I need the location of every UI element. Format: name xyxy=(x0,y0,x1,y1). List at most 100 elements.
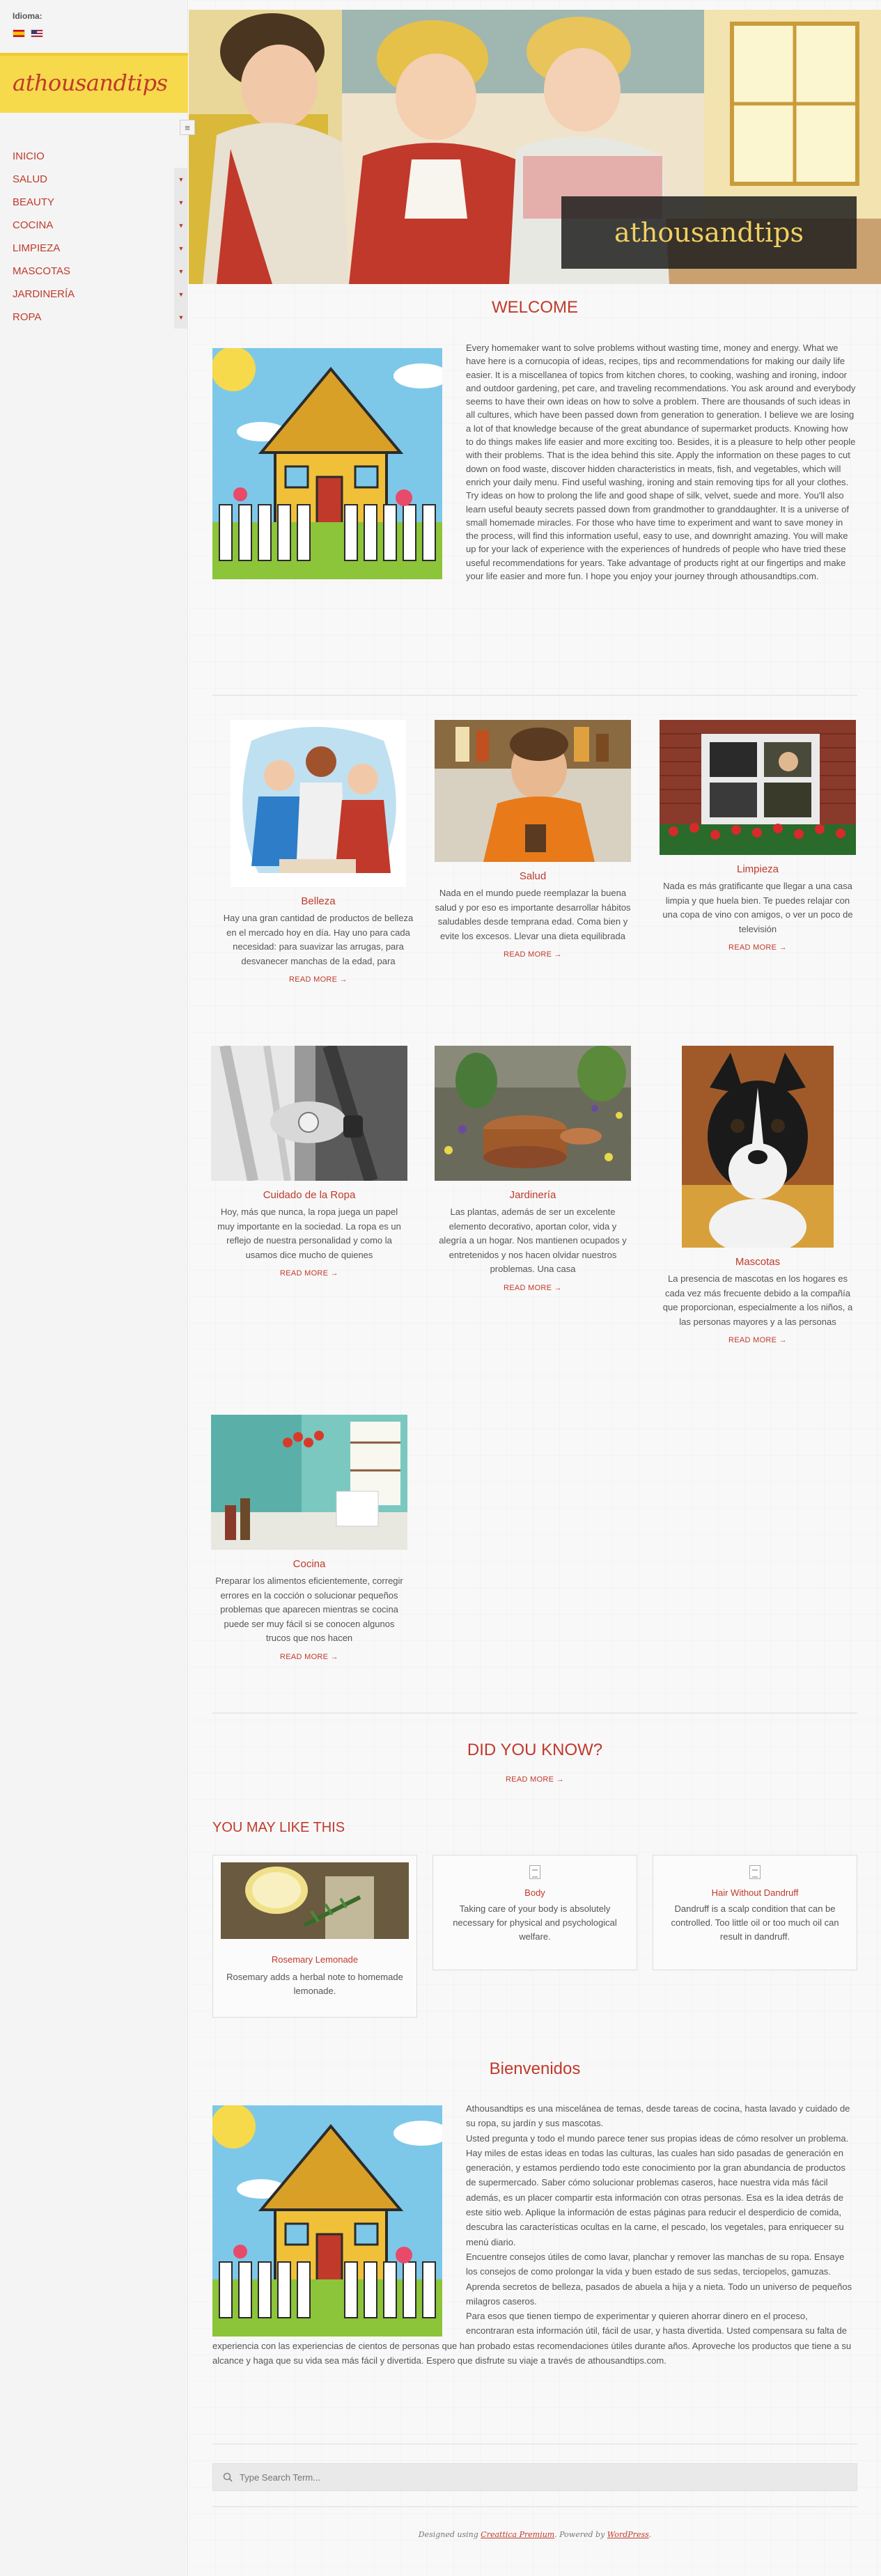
card-title[interactable]: Salud xyxy=(435,870,631,882)
card-excerpt: Nada en el mundo puede reemplazar la bue… xyxy=(435,888,631,941)
related-card-title[interactable]: Body xyxy=(433,1887,637,1898)
expand-arrow-icon[interactable]: ▼ xyxy=(174,191,188,214)
main-nav: INICIO SALUD ▼ BEAUTY ▼ COCINA ▼ LIMPIEZA ▼ … xyxy=(0,145,188,329)
expand-arrow-icon[interactable]: ▼ xyxy=(174,214,188,237)
you-may-like-title: YOU MAY LIKE THIS xyxy=(212,1820,345,1835)
read-more-link[interactable]: READ MORE → xyxy=(660,943,856,952)
card-excerpt: Hoy, más que nunca, la ropa juega un pap… xyxy=(217,1207,401,1260)
main-content: athousandtips WELCOME Every homemaker wa… xyxy=(189,0,881,2576)
read-more-link[interactable]: READ MORE → xyxy=(211,1269,407,1278)
card-excerpt: Nada es más gratificante que llegar a un… xyxy=(662,881,853,934)
related-card-text: Taking care of your body is absolutely n… xyxy=(453,1903,617,1942)
mascotas-thumbnail[interactable] xyxy=(682,1046,834,1248)
category-card-limpieza: Limpieza Nada es más gratificante que ll… xyxy=(660,720,856,952)
welcome-body: Every homemaker want to solve problems w… xyxy=(212,341,857,583)
expand-arrow-icon[interactable]: ▼ xyxy=(174,306,188,329)
nav-item-jardineria[interactable]: JARDINERÍA ▼ xyxy=(0,283,188,306)
related-card-title[interactable]: Hair Without Dandruff xyxy=(653,1887,857,1898)
read-more-link[interactable]: READ MORE → xyxy=(435,1284,631,1292)
hero-title: athousandtips xyxy=(614,217,804,248)
divider xyxy=(212,2506,857,2507)
nav-item-cocina[interactable]: COCINA ▼ xyxy=(0,214,188,237)
card-title[interactable]: Limpieza xyxy=(660,863,856,875)
related-card-text: Dandruff is a scalp condition that can b… xyxy=(671,1903,839,1942)
related-card-body[interactable]: Body Taking care of your body is absolut… xyxy=(432,1855,637,1970)
cocina-thumbnail[interactable] xyxy=(211,1415,407,1550)
category-card-mascotas: Mascotas La presencia de mascotas en los… xyxy=(660,1046,856,1344)
category-card-ropa: Cuidado de la Ropa Hoy, más que nunca, l… xyxy=(211,1046,407,1278)
language-label: Idioma: xyxy=(13,11,42,21)
category-card-belleza: Belleza Hay una gran cantidad de product… xyxy=(220,720,416,984)
read-more-link[interactable]: READ MORE → xyxy=(220,975,416,984)
bienvenidos-title: Bienvenidos xyxy=(489,2059,581,2078)
footer-text: . Powered by xyxy=(554,2530,607,2539)
document-icon xyxy=(749,1865,761,1879)
search-icon xyxy=(223,2472,233,2482)
related-card-title[interactable]: Rosemary Lemonade xyxy=(213,1954,416,1965)
theme-link[interactable]: Creattica Premium xyxy=(481,2530,554,2539)
card-excerpt: Preparar los alimentos eficientemente, c… xyxy=(215,1576,403,1643)
expand-arrow-icon[interactable]: ▼ xyxy=(174,237,188,260)
search-bar[interactable] xyxy=(212,2463,857,2491)
spanish-flag-icon[interactable] xyxy=(13,29,25,38)
limpieza-thumbnail[interactable] xyxy=(660,720,856,855)
language-flags xyxy=(13,29,43,38)
card-title[interactable]: Belleza xyxy=(220,895,416,907)
site-logo[interactable]: athousandtips xyxy=(0,53,188,113)
nav-label[interactable]: BEAUTY xyxy=(13,196,54,208)
category-card-cocina: Cocina Preparar los alimentos eficientem… xyxy=(211,1415,407,1661)
read-more-link[interactable]: READ MORE → xyxy=(660,1336,856,1344)
category-card-jardineria: Jardinería Las plantas, además de ser un… xyxy=(435,1046,631,1292)
search-input[interactable] xyxy=(240,2472,657,2483)
nav-item-inicio[interactable]: INICIO xyxy=(0,145,188,168)
nav-item-mascotas[interactable]: MASCOTAS ▼ xyxy=(0,260,188,283)
nav-label[interactable]: INICIO xyxy=(13,150,45,162)
card-title[interactable]: Mascotas xyxy=(660,1256,856,1268)
card-excerpt: La presencia de mascotas en los hogares … xyxy=(662,1273,853,1327)
nav-label[interactable]: COCINA xyxy=(13,219,53,231)
menu-toggle-button[interactable]: ≡ xyxy=(180,120,195,135)
welcome-title: WELCOME xyxy=(491,298,578,317)
nav-label[interactable]: JARDINERÍA xyxy=(13,288,75,300)
nav-label[interactable]: MASCOTAS xyxy=(13,265,70,277)
divider xyxy=(212,695,857,696)
expand-arrow-icon[interactable]: ▼ xyxy=(174,260,188,283)
bienvenidos-body: Athousandtips es una miscelánea de temas… xyxy=(212,2101,857,2368)
nav-item-ropa[interactable]: ROPA ▼ xyxy=(0,306,188,329)
site-footer: Designed using Creattica Premium. Powere… xyxy=(189,2530,881,2539)
card-title[interactable]: Cocina xyxy=(211,1558,407,1570)
category-card-salud: Salud Nada en el mundo puede reemplazar … xyxy=(435,720,631,959)
ropa-thumbnail[interactable] xyxy=(211,1046,407,1181)
nav-item-limpieza[interactable]: LIMPIEZA ▼ xyxy=(0,237,188,260)
english-flag-icon[interactable] xyxy=(31,29,43,38)
footer-text: . xyxy=(648,2530,652,2539)
did-you-know-read-more[interactable]: READ MORE → xyxy=(189,1775,881,1784)
nav-item-salud[interactable]: SALUD ▼ xyxy=(0,168,188,191)
wordpress-link[interactable]: WordPress xyxy=(607,2530,649,2539)
read-more-link[interactable]: READ MORE → xyxy=(435,950,631,959)
nav-label[interactable]: ROPA xyxy=(13,311,41,323)
nav-item-beauty[interactable]: BEAUTY ▼ xyxy=(0,191,188,214)
related-card-rosemary-lemonade[interactable]: Rosemary Lemonade Rosemary adds a herbal… xyxy=(212,1855,417,2018)
did-you-know-title: DID YOU KNOW? xyxy=(467,1741,603,1759)
card-excerpt: Las plantas, además de ser un excelente … xyxy=(439,1207,627,1274)
nav-label[interactable]: LIMPIEZA xyxy=(13,242,60,254)
card-excerpt: Hay una gran cantidad de productos de be… xyxy=(223,913,414,966)
expand-arrow-icon[interactable]: ▼ xyxy=(174,283,188,306)
related-card-hair-without-dandruff[interactable]: Hair Without Dandruff Dandruff is a scal… xyxy=(653,1855,857,1970)
expand-arrow-icon[interactable]: ▼ xyxy=(174,168,188,191)
card-title[interactable]: Cuidado de la Ropa xyxy=(211,1189,407,1201)
related-card-text: Rosemary adds a herbal note to homemade … xyxy=(226,1972,403,1996)
jardineria-thumbnail[interactable] xyxy=(435,1046,631,1181)
rosemary-lemonade-thumbnail[interactable] xyxy=(221,1862,409,1939)
welcome-text: Every homemaker want to solve problems w… xyxy=(466,343,856,582)
nav-label[interactable]: SALUD xyxy=(13,173,47,185)
belleza-thumbnail[interactable] xyxy=(231,720,406,887)
sidebar: Idioma: athousandtips INICIO SALUD ▼ BEAU… xyxy=(0,0,188,2576)
hero-banner: athousandtips xyxy=(189,10,881,284)
read-more-link[interactable]: READ MORE → xyxy=(211,1653,407,1661)
card-title[interactable]: Jardinería xyxy=(435,1189,631,1201)
site-title[interactable]: athousandtips xyxy=(13,70,168,96)
salud-thumbnail[interactable] xyxy=(435,720,631,862)
document-icon xyxy=(529,1865,540,1879)
